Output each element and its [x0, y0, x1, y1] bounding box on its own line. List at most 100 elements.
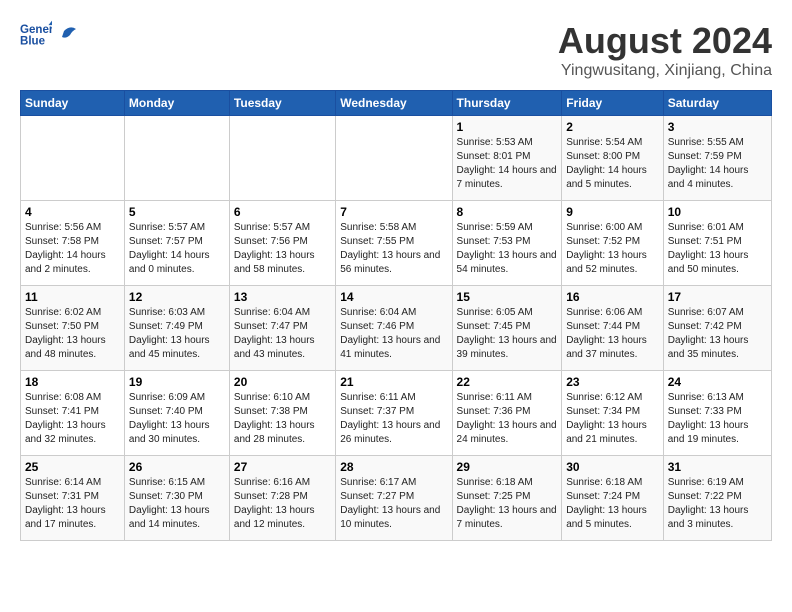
- day-info: Sunrise: 6:06 AM Sunset: 7:44 PM Dayligh…: [566, 306, 659, 362]
- header-cell-thursday: Thursday: [452, 91, 562, 116]
- calendar-table: SundayMondayTuesdayWednesdayThursdayFrid…: [20, 90, 772, 541]
- day-cell: 12 Sunrise: 6:03 AM Sunset: 7:49 PM Dayli…: [124, 286, 229, 371]
- day-number: 14: [340, 290, 447, 304]
- day-info: Sunrise: 6:19 AM Sunset: 7:22 PM Dayligh…: [668, 476, 767, 532]
- day-info: Sunrise: 5:56 AM Sunset: 7:58 PM Dayligh…: [25, 221, 120, 277]
- day-info: Sunrise: 6:03 AM Sunset: 7:49 PM Dayligh…: [129, 306, 225, 362]
- day-number: 15: [457, 290, 558, 304]
- header-cell-sunday: Sunday: [21, 91, 125, 116]
- week-row-3: 11 Sunrise: 6:02 AM Sunset: 7:50 PM Dayli…: [21, 286, 772, 371]
- day-info: Sunrise: 6:10 AM Sunset: 7:38 PM Dayligh…: [234, 391, 331, 447]
- day-number: 18: [25, 375, 120, 389]
- day-number: 1: [457, 120, 558, 134]
- day-number: 29: [457, 460, 558, 474]
- header-cell-saturday: Saturday: [663, 91, 771, 116]
- day-number: 26: [129, 460, 225, 474]
- day-cell: 25 Sunrise: 6:14 AM Sunset: 7:31 PM Dayli…: [21, 456, 125, 541]
- day-cell: 19 Sunrise: 6:09 AM Sunset: 7:40 PM Dayli…: [124, 371, 229, 456]
- day-number: 25: [25, 460, 120, 474]
- day-info: Sunrise: 5:53 AM Sunset: 8:01 PM Dayligh…: [457, 136, 558, 192]
- day-number: 3: [668, 120, 767, 134]
- day-info: Sunrise: 6:11 AM Sunset: 7:37 PM Dayligh…: [340, 391, 447, 447]
- day-number: 22: [457, 375, 558, 389]
- day-number: 8: [457, 205, 558, 219]
- day-cell: 20 Sunrise: 6:10 AM Sunset: 7:38 PM Dayli…: [229, 371, 335, 456]
- day-cell: 5Sunrise: 5:57 AM Sunset: 7:57 PM Daylig…: [124, 201, 229, 286]
- week-row-2: 4 Sunrise: 5:56 AM Sunset: 7:58 PM Daylig…: [21, 201, 772, 286]
- day-cell: 28 Sunrise: 6:17 AM Sunset: 7:27 PM Dayli…: [336, 456, 452, 541]
- day-info: Sunrise: 5:58 AM Sunset: 7:55 PM Dayligh…: [340, 221, 447, 277]
- day-info: Sunrise: 6:18 AM Sunset: 7:25 PM Dayligh…: [457, 476, 558, 532]
- day-cell: 2 Sunrise: 5:54 AM Sunset: 8:00 PM Daylig…: [562, 116, 664, 201]
- header-row: SundayMondayTuesdayWednesdayThursdayFrid…: [21, 91, 772, 116]
- day-cell: 24Sunrise: 6:13 AM Sunset: 7:33 PM Dayli…: [663, 371, 771, 456]
- day-cell: [124, 116, 229, 201]
- day-cell: [21, 116, 125, 201]
- day-info: Sunrise: 5:54 AM Sunset: 8:00 PM Dayligh…: [566, 136, 659, 192]
- day-info: Sunrise: 5:59 AM Sunset: 7:53 PM Dayligh…: [457, 221, 558, 277]
- day-cell: 6 Sunrise: 5:57 AM Sunset: 7:56 PM Daylig…: [229, 201, 335, 286]
- day-number: 12: [129, 290, 225, 304]
- day-number: 4: [25, 205, 120, 219]
- day-cell: 15 Sunrise: 6:05 AM Sunset: 7:45 PM Dayli…: [452, 286, 562, 371]
- day-cell: 8 Sunrise: 5:59 AM Sunset: 7:53 PM Daylig…: [452, 201, 562, 286]
- week-row-4: 18 Sunrise: 6:08 AM Sunset: 7:41 PM Dayli…: [21, 371, 772, 456]
- day-cell: 17Sunrise: 6:07 AM Sunset: 7:42 PM Dayli…: [663, 286, 771, 371]
- day-info: Sunrise: 6:04 AM Sunset: 7:46 PM Dayligh…: [340, 306, 447, 362]
- day-number: 11: [25, 290, 120, 304]
- day-number: 10: [668, 205, 767, 219]
- day-number: 17: [668, 290, 767, 304]
- day-number: 2: [566, 120, 659, 134]
- svg-text:Blue: Blue: [20, 36, 46, 48]
- header-cell-tuesday: Tuesday: [229, 91, 335, 116]
- day-info: Sunrise: 6:17 AM Sunset: 7:27 PM Dayligh…: [340, 476, 447, 532]
- week-row-1: 1 Sunrise: 5:53 AM Sunset: 8:01 PM Daylig…: [21, 116, 772, 201]
- day-cell: 11 Sunrise: 6:02 AM Sunset: 7:50 PM Dayli…: [21, 286, 125, 371]
- svg-text:General: General: [20, 24, 52, 36]
- logo-bird-icon: [56, 23, 78, 45]
- day-cell: [336, 116, 452, 201]
- day-info: Sunrise: 6:13 AM Sunset: 7:33 PM Dayligh…: [668, 391, 767, 447]
- day-cell: 9Sunrise: 6:00 AM Sunset: 7:52 PM Daylig…: [562, 201, 664, 286]
- day-number: 19: [129, 375, 225, 389]
- day-info: Sunrise: 6:16 AM Sunset: 7:28 PM Dayligh…: [234, 476, 331, 532]
- day-info: Sunrise: 6:15 AM Sunset: 7:30 PM Dayligh…: [129, 476, 225, 532]
- day-cell: 22 Sunrise: 6:11 AM Sunset: 7:36 PM Dayli…: [452, 371, 562, 456]
- day-number: 6: [234, 205, 331, 219]
- day-cell: 27Sunrise: 6:16 AM Sunset: 7:28 PM Dayli…: [229, 456, 335, 541]
- day-info: Sunrise: 6:09 AM Sunset: 7:40 PM Dayligh…: [129, 391, 225, 447]
- subtitle: Yingwusitang, Xinjiang, China: [558, 62, 772, 80]
- day-cell: 14 Sunrise: 6:04 AM Sunset: 7:46 PM Dayli…: [336, 286, 452, 371]
- day-cell: 30 Sunrise: 6:18 AM Sunset: 7:24 PM Dayli…: [562, 456, 664, 541]
- day-cell: 3Sunrise: 5:55 AM Sunset: 7:59 PM Daylig…: [663, 116, 771, 201]
- day-cell: 13Sunrise: 6:04 AM Sunset: 7:47 PM Dayli…: [229, 286, 335, 371]
- day-number: 21: [340, 375, 447, 389]
- day-info: Sunrise: 6:04 AM Sunset: 7:47 PM Dayligh…: [234, 306, 331, 362]
- day-cell: 29 Sunrise: 6:18 AM Sunset: 7:25 PM Dayli…: [452, 456, 562, 541]
- day-info: Sunrise: 6:11 AM Sunset: 7:36 PM Dayligh…: [457, 391, 558, 447]
- day-number: 20: [234, 375, 331, 389]
- day-number: 7: [340, 205, 447, 219]
- day-info: Sunrise: 6:01 AM Sunset: 7:51 PM Dayligh…: [668, 221, 767, 277]
- day-cell: 18 Sunrise: 6:08 AM Sunset: 7:41 PM Dayli…: [21, 371, 125, 456]
- day-cell: [229, 116, 335, 201]
- title-section: August 2024 Yingwusitang, Xinjiang, Chin…: [558, 20, 772, 80]
- day-info: Sunrise: 6:14 AM Sunset: 7:31 PM Dayligh…: [25, 476, 120, 532]
- day-cell: 1 Sunrise: 5:53 AM Sunset: 8:01 PM Daylig…: [452, 116, 562, 201]
- day-info: Sunrise: 6:05 AM Sunset: 7:45 PM Dayligh…: [457, 306, 558, 362]
- day-cell: 31Sunrise: 6:19 AM Sunset: 7:22 PM Dayli…: [663, 456, 771, 541]
- day-cell: 16 Sunrise: 6:06 AM Sunset: 7:44 PM Dayli…: [562, 286, 664, 371]
- day-info: Sunrise: 5:57 AM Sunset: 7:56 PM Dayligh…: [234, 221, 331, 277]
- day-info: Sunrise: 6:18 AM Sunset: 7:24 PM Dayligh…: [566, 476, 659, 532]
- day-cell: 7 Sunrise: 5:58 AM Sunset: 7:55 PM Daylig…: [336, 201, 452, 286]
- day-cell: 4 Sunrise: 5:56 AM Sunset: 7:58 PM Daylig…: [21, 201, 125, 286]
- page-header: General Blue August 2024 Yingwusitang, X…: [20, 20, 772, 80]
- week-row-5: 25 Sunrise: 6:14 AM Sunset: 7:31 PM Dayli…: [21, 456, 772, 541]
- header-cell-wednesday: Wednesday: [336, 91, 452, 116]
- day-info: Sunrise: 6:02 AM Sunset: 7:50 PM Dayligh…: [25, 306, 120, 362]
- day-number: 16: [566, 290, 659, 304]
- day-number: 28: [340, 460, 447, 474]
- day-info: Sunrise: 6:08 AM Sunset: 7:41 PM Dayligh…: [25, 391, 120, 447]
- day-number: 30: [566, 460, 659, 474]
- day-cell: 26 Sunrise: 6:15 AM Sunset: 7:30 PM Dayli…: [124, 456, 229, 541]
